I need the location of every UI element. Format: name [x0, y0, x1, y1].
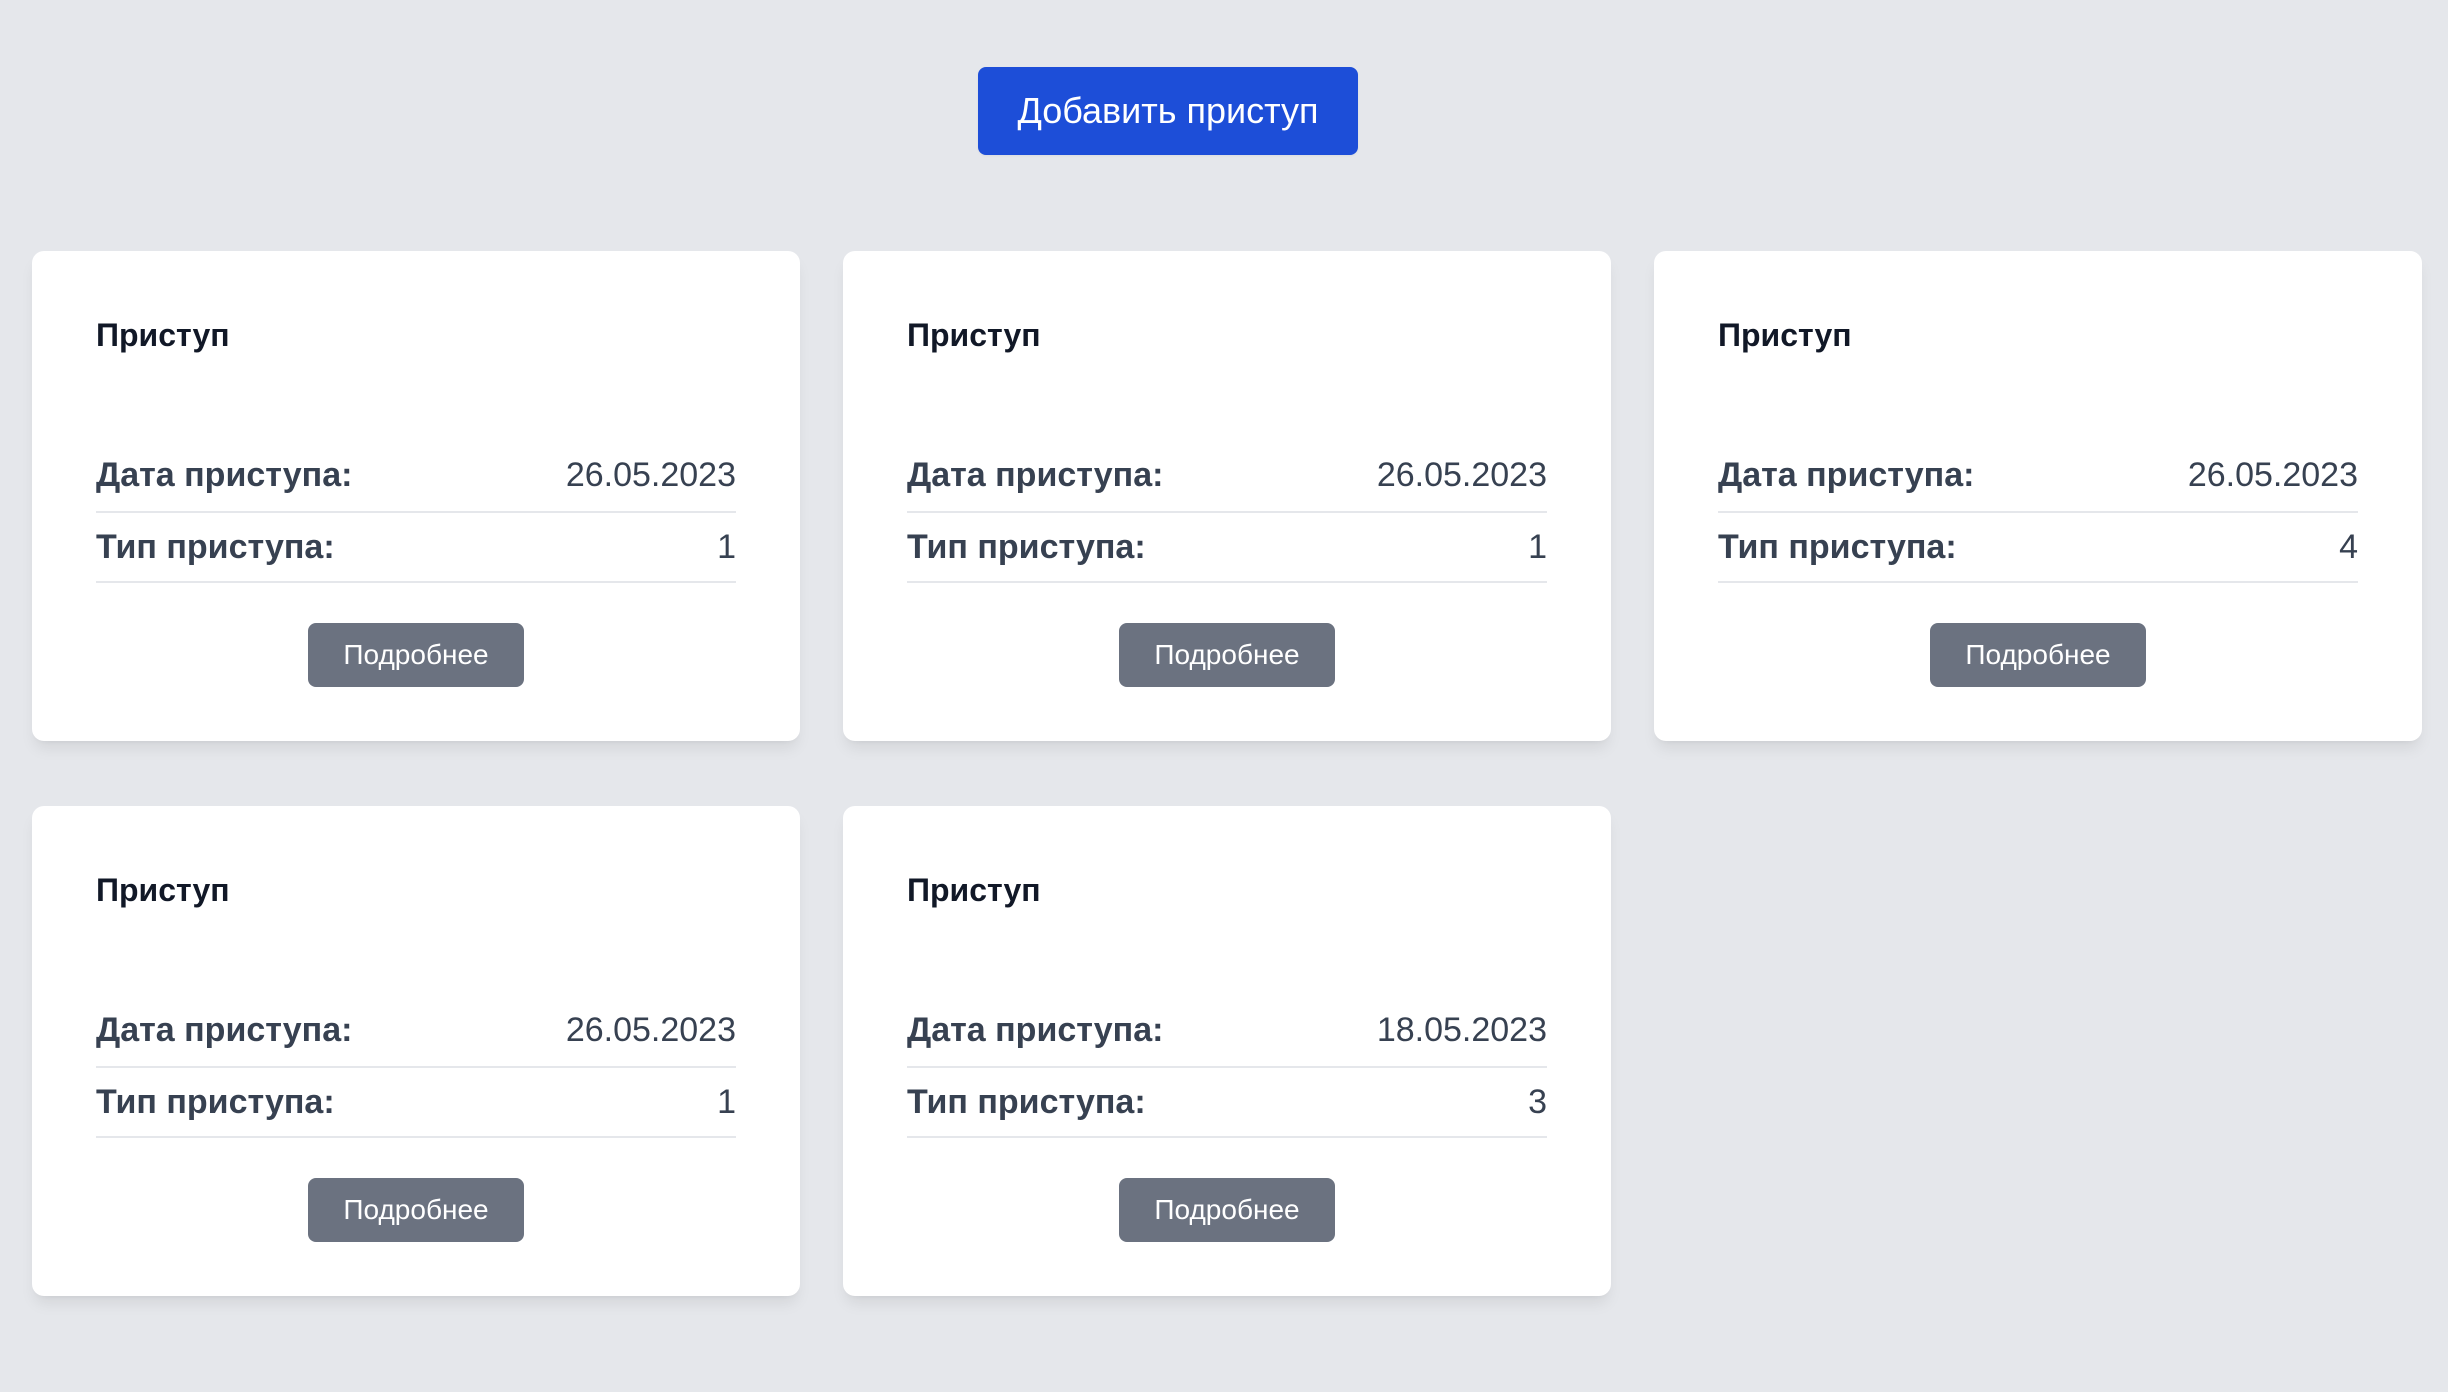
- card-details-list: Дата приступа: 26.05.2023 Тип приступа: …: [96, 445, 736, 583]
- seizure-card: Приступ Дата приступа: 26.05.2023 Тип пр…: [32, 806, 800, 1296]
- page: Добавить приступ Приступ Дата приступа: …: [0, 0, 2448, 1392]
- seizure-card: Приступ Дата приступа: 26.05.2023 Тип пр…: [32, 251, 800, 741]
- date-value: 26.05.2023: [565, 456, 736, 494]
- date-value: 26.05.2023: [565, 1011, 736, 1049]
- card-details-list: Дата приступа: 18.05.2023 Тип приступа: …: [907, 1000, 1547, 1138]
- date-row: Дата приступа: 26.05.2023: [907, 445, 1547, 513]
- type-label: Тип приступа:: [1718, 527, 1957, 566]
- type-label: Тип приступа:: [907, 527, 1146, 566]
- date-label: Дата приступа:: [96, 1011, 353, 1049]
- seizure-cards-grid: Приступ Дата приступа: 26.05.2023 Тип пр…: [32, 251, 2422, 1296]
- card-title: Приступ: [96, 872, 230, 908]
- seizure-card: Приступ Дата приступа: 18.05.2023 Тип пр…: [843, 806, 1611, 1296]
- card-details-list: Дата приступа: 26.05.2023 Тип приступа: …: [96, 1000, 736, 1138]
- type-value: 1: [717, 527, 736, 566]
- date-value: 26.05.2023: [1376, 456, 1547, 494]
- card-title: Приступ: [907, 317, 1041, 353]
- date-row: Дата приступа: 26.05.2023: [96, 445, 736, 513]
- date-label: Дата приступа:: [1718, 456, 1975, 494]
- details-button-wrap: Подробнее: [907, 623, 1547, 687]
- date-value: 18.05.2023: [1376, 1011, 1547, 1049]
- add-seizure-button[interactable]: Добавить приступ: [978, 67, 1358, 155]
- date-label: Дата приступа:: [907, 456, 1164, 494]
- date-label: Дата приступа:: [96, 456, 353, 494]
- type-row: Тип приступа: 1: [96, 513, 736, 583]
- type-value: 1: [1528, 527, 1547, 566]
- date-label: Дата приступа:: [907, 1011, 1164, 1049]
- details-button-wrap: Подробнее: [96, 623, 736, 687]
- details-button[interactable]: Подробнее: [1119, 1178, 1335, 1242]
- card-title: Приступ: [96, 317, 230, 353]
- seizure-card: Приступ Дата приступа: 26.05.2023 Тип пр…: [843, 251, 1611, 741]
- details-button-wrap: Подробнее: [1718, 623, 2358, 687]
- seizure-card: Приступ Дата приступа: 26.05.2023 Тип пр…: [1654, 251, 2422, 741]
- date-row: Дата приступа: 26.05.2023: [96, 1000, 736, 1068]
- type-row: Тип приступа: 1: [96, 1068, 736, 1138]
- details-button[interactable]: Подробнее: [308, 623, 524, 687]
- card-details-list: Дата приступа: 26.05.2023 Тип приступа: …: [907, 445, 1547, 583]
- details-button[interactable]: Подробнее: [1930, 623, 2146, 687]
- type-value: 4: [2339, 527, 2358, 566]
- details-button[interactable]: Подробнее: [1119, 623, 1335, 687]
- type-value: 3: [1528, 1082, 1547, 1121]
- card-details-list: Дата приступа: 26.05.2023 Тип приступа: …: [1718, 445, 2358, 583]
- date-value: 26.05.2023: [2187, 456, 2358, 494]
- details-button-wrap: Подробнее: [96, 1178, 736, 1242]
- details-button[interactable]: Подробнее: [308, 1178, 524, 1242]
- type-row: Тип приступа: 4: [1718, 513, 2358, 583]
- date-row: Дата приступа: 26.05.2023: [1718, 445, 2358, 513]
- type-label: Тип приступа:: [96, 527, 335, 566]
- details-button-wrap: Подробнее: [907, 1178, 1547, 1242]
- card-title: Приступ: [1718, 317, 1852, 353]
- type-value: 1: [717, 1082, 736, 1121]
- date-row: Дата приступа: 18.05.2023: [907, 1000, 1547, 1068]
- type-row: Тип приступа: 1: [907, 513, 1547, 583]
- type-label: Тип приступа:: [907, 1082, 1146, 1121]
- type-row: Тип приступа: 3: [907, 1068, 1547, 1138]
- type-label: Тип приступа:: [96, 1082, 335, 1121]
- card-title: Приступ: [907, 872, 1041, 908]
